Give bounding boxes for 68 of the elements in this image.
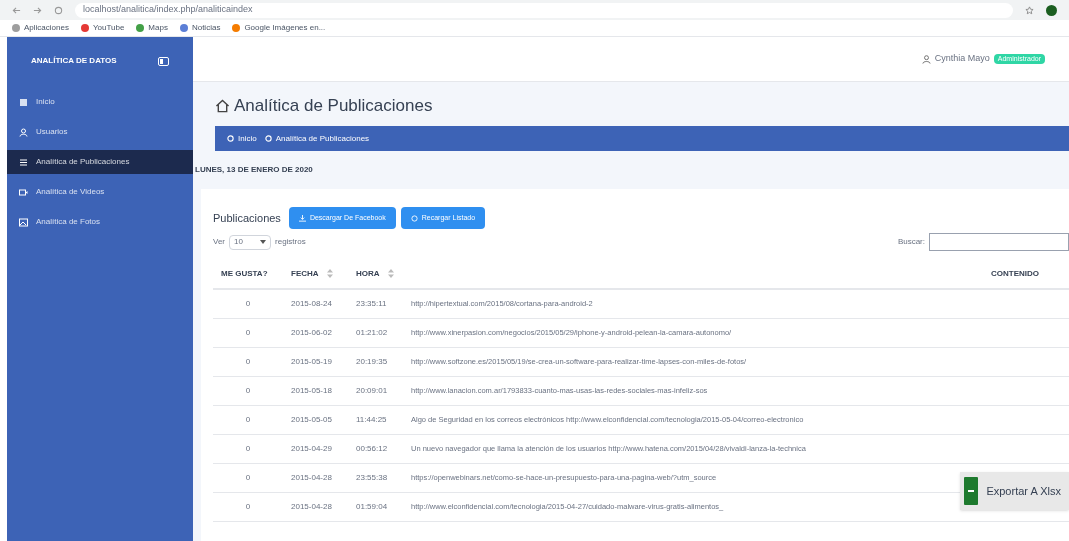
column-header[interactable]: FECHA [291,268,319,278]
table-cell: 2015-04-28 [291,472,332,482]
back-icon[interactable] [12,5,21,15]
column-header[interactable]: HORA [356,268,380,278]
table-cell: 0 [245,298,251,308]
sidebar-item[interactable]: Usuarios [7,120,193,144]
column-header[interactable]: CONTENIDO [991,268,1039,278]
table-cell: 2015-05-19 [291,356,332,366]
table-cell: 2015-04-29 [291,443,332,453]
sidebar-item[interactable]: Analítica de Fotos [7,210,193,234]
table-cell: 00:56:12 [356,443,388,453]
table-cell: 0 [245,472,251,482]
sort-icon[interactable] [326,268,333,278]
length-label: registros [275,236,306,248]
card-title: Publicaciones [213,210,281,226]
table-cell: 2015-05-18 [291,385,332,395]
list-icon [19,157,28,167]
toggle-icon[interactable] [158,56,169,66]
length-select[interactable]: 10 [229,234,271,250]
brand-title: ANALÍTICA DE DATOS [31,55,117,67]
table-cell: 20:19:35 [356,356,388,366]
table-cell: 23:35:11 [356,298,387,308]
date-label: LUNES, 13 DE ENERO DE 2020 [195,164,314,176]
sidebar-item[interactable]: Inicio [7,90,193,114]
forward-icon[interactable] [33,5,42,15]
user-name[interactable]: Cynthia Mayo [934,52,990,66]
table-cell: 2015-06-02 [291,327,332,337]
bookmark-link[interactable]: Maps [136,22,168,34]
page-title: Analítica de Publicaciones [234,95,433,118]
export-button[interactable]: Exportar A Xlsx [960,472,1069,510]
search-label: Buscar: [897,236,925,248]
circle-icon [264,135,272,142]
download-icon [298,214,306,222]
sort-icon[interactable] [387,268,394,278]
table-cell: 0 [245,443,251,453]
reload-icon[interactable] [54,5,63,15]
table-cell: 01:21:02 [356,327,388,337]
table-cell: 20:09:01 [356,385,388,395]
table-cell: 2015-05-05 [291,414,332,424]
profile-icon[interactable] [1046,4,1057,16]
bookmark-link[interactable]: YouTube [80,22,125,34]
table-cell: 0 [245,501,251,511]
address-bar[interactable]: localhost/analitica/index.php/analiticaindex [75,2,1013,18]
caret-icon [260,240,266,244]
table-cell: 11:44:25 [356,414,387,424]
search-field[interactable] [929,233,1069,251]
table-cell: 0 [245,385,251,395]
user-icon [921,54,931,64]
breadcrumb-link[interactable]: Inicio [227,132,257,145]
user-icon [19,127,28,137]
bookmark-link[interactable]: Google Imágenes en... [232,22,326,34]
star-icon[interactable] [1025,5,1034,15]
sidebar-item[interactable]: Analítica de Publicaciones [7,150,193,174]
bookmark-link[interactable]: Noticias [179,22,221,34]
table-cell: 23:55:38 [356,472,388,482]
bookmark-link[interactable]: Aplicaciones [12,22,69,34]
length-label: Ver [213,236,225,248]
video-icon [19,187,28,197]
breadcrumb-link[interactable]: Analítica de Publicaciones [264,132,370,145]
image-icon [19,217,28,227]
column-header[interactable]: ME GUSTA? [221,268,268,278]
table-cell: 01:59:04 [356,501,388,511]
table-cell: 2015-04-28 [291,501,332,511]
table-cell: 0 [245,356,251,366]
table-cell: 0 [245,327,251,337]
table-cell: 0 [245,414,251,424]
sidebar-item[interactable]: Analítica de Videos [7,180,193,204]
table-cell: 2015-08-24 [291,298,332,308]
